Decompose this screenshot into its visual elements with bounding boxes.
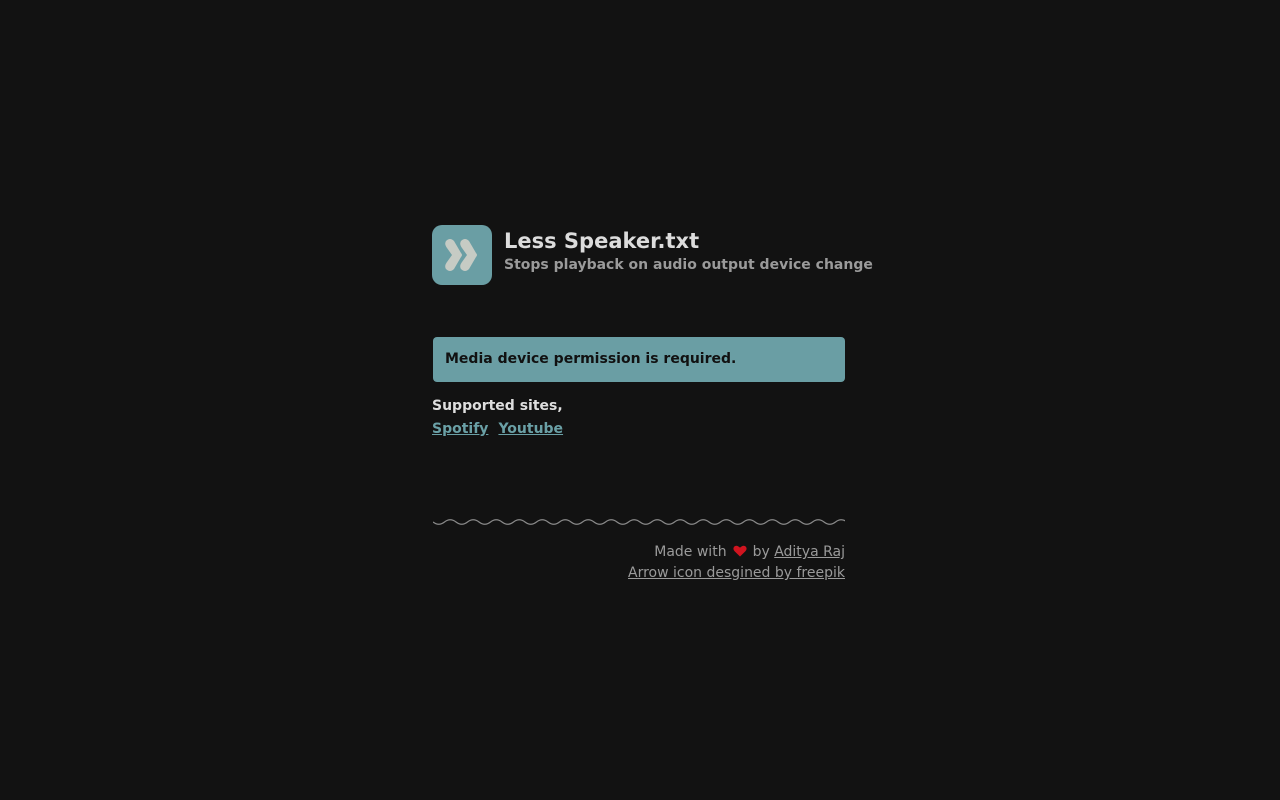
made-with-line: Made with by Aditya Raj <box>432 542 845 563</box>
icon-credit-link[interactable]: Arrow icon desgined by freepik <box>628 565 845 581</box>
app-subtitle: Stops playback on audio output device ch… <box>504 257 873 273</box>
permission-alert-message: Media device permission is required. <box>445 351 737 367</box>
by-text: by <box>752 544 770 560</box>
youtube-link[interactable]: Youtube <box>498 421 563 437</box>
permission-alert[interactable]: Media device permission is required. <box>433 337 845 382</box>
made-with-text: Made with <box>654 544 727 560</box>
app-header: Less Speaker.txt Stops playback on audio… <box>432 225 873 285</box>
wavy-line <box>432 519 848 525</box>
spotify-link[interactable]: Spotify <box>432 421 488 437</box>
wavy-divider <box>432 514 848 528</box>
author-link[interactable]: Aditya Raj <box>774 544 845 560</box>
app-title: Less Speaker.txt <box>504 229 700 253</box>
popup-container: Less Speaker.txt Stops playback on audio… <box>432 225 873 583</box>
double-chevron-right-icon <box>445 239 477 271</box>
app-logo <box>432 225 492 285</box>
footer: Made with by Aditya Raj Arrow icon desgin… <box>432 542 845 583</box>
supported-sites-links: Spotify Youtube <box>432 418 845 440</box>
supported-sites-label: Supported sites, <box>432 398 563 414</box>
app-titles: Less Speaker.txt Stops playback on audio… <box>504 225 873 274</box>
heart-icon <box>732 543 747 563</box>
